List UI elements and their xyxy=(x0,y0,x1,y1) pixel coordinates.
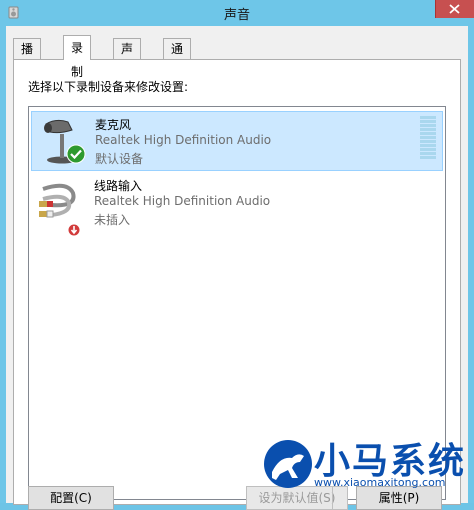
window-title: 声音 xyxy=(223,8,250,23)
device-row-line-in[interactable]: 线路输入 Realtek High Definition Audio 未插入 xyxy=(31,173,441,237)
device-status: 未插入 xyxy=(94,213,131,227)
device-driver: Realtek High Definition Audio xyxy=(95,133,272,147)
device-name: 线路输入 xyxy=(94,179,143,193)
tab-recording[interactable]: 录制 xyxy=(63,35,92,79)
device-name: 麦克风 xyxy=(95,118,132,132)
tab-communications[interactable]: 通信 xyxy=(163,38,192,76)
device-status: 默认设备 xyxy=(95,152,144,166)
watermark-url: www.xiaomaxitong.com xyxy=(314,476,446,489)
tab-sounds[interactable]: 声音 xyxy=(113,38,142,76)
sound-dialog: 声音 播放 录制 声音 通信 选择以下录制设备来修改设置: xyxy=(0,0,474,510)
default-check-icon xyxy=(66,144,86,164)
instruction-label: 选择以下录制设备来修改设置: xyxy=(28,80,189,94)
title-bar[interactable]: 声音 xyxy=(0,0,474,26)
configure-button[interactable]: 配置(C) xyxy=(28,486,114,510)
microphone-icon xyxy=(38,116,86,164)
tab-playback[interactable]: 播放 xyxy=(13,38,42,76)
close-icon xyxy=(449,4,460,14)
line-in-cable-icon xyxy=(37,177,85,237)
watermark: 小马系统 www.xiaomaxitong.com xyxy=(262,432,474,503)
input-level-meter xyxy=(420,116,436,162)
close-button[interactable] xyxy=(435,0,474,18)
device-driver: Realtek High Definition Audio xyxy=(94,194,271,208)
device-row-microphone[interactable]: 麦克风 Realtek High Definition Audio 默认设备 xyxy=(31,111,443,171)
unplugged-arrow-icon xyxy=(67,223,81,237)
horse-logo-icon xyxy=(264,440,312,488)
